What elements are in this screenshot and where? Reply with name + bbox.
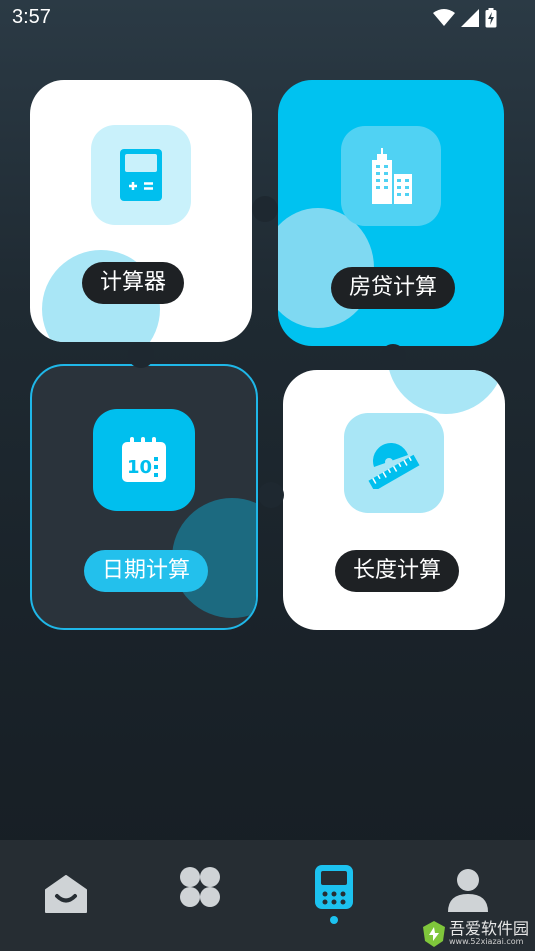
decor-blob xyxy=(387,370,505,414)
buildings-icon xyxy=(372,148,412,204)
calculator-tile xyxy=(91,125,191,225)
date-card[interactable]: 10 日期计算 xyxy=(30,364,258,630)
ruler-tile xyxy=(344,413,444,513)
home-icon xyxy=(45,875,87,913)
watermark-logo-icon xyxy=(422,921,445,947)
clover-icon xyxy=(180,867,220,907)
calculator-tab-icon xyxy=(315,865,353,909)
watermark-title: 吾爱软件园 xyxy=(448,919,529,939)
active-tab-indicator xyxy=(330,916,338,924)
battery-charging-icon xyxy=(485,8,497,28)
mortgage-label: 房贷计算 xyxy=(331,267,456,309)
date-label: 日期计算 xyxy=(84,550,209,592)
signal-icon xyxy=(461,9,479,27)
calculator-card[interactable]: 计算器 xyxy=(30,80,252,342)
calculator-icon xyxy=(120,149,162,201)
svg-text:10: 10 xyxy=(127,457,152,478)
user-icon xyxy=(448,869,488,912)
card-notch xyxy=(258,482,284,508)
nav-home[interactable] xyxy=(36,864,96,924)
card-notch xyxy=(128,342,154,368)
watermark-url: www.52xiazai.com xyxy=(448,937,524,947)
nav-apps[interactable] xyxy=(170,857,230,917)
length-label: 长度计算 xyxy=(335,550,460,592)
wifi-icon xyxy=(433,9,455,26)
status-icons xyxy=(433,8,497,28)
status-time: 3:57 xyxy=(12,6,51,28)
card-notch xyxy=(380,344,406,370)
buildings-tile xyxy=(341,126,441,226)
card-notch xyxy=(252,196,278,222)
length-card[interactable]: 长度计算 xyxy=(283,370,505,630)
calendar-icon: 10 xyxy=(122,437,166,482)
watermark: 吾爱软件园 www.52xiazai.com xyxy=(422,919,529,947)
calculator-label: 计算器 xyxy=(82,262,185,304)
calendar-tile: 10 xyxy=(93,409,195,511)
mortgage-card[interactable]: 房贷计算 xyxy=(278,80,504,346)
nav-tools[interactable] xyxy=(304,857,364,917)
status-bar: 3:57 xyxy=(0,0,535,36)
ruler-protractor-icon xyxy=(368,442,420,489)
nav-profile[interactable] xyxy=(438,860,498,920)
